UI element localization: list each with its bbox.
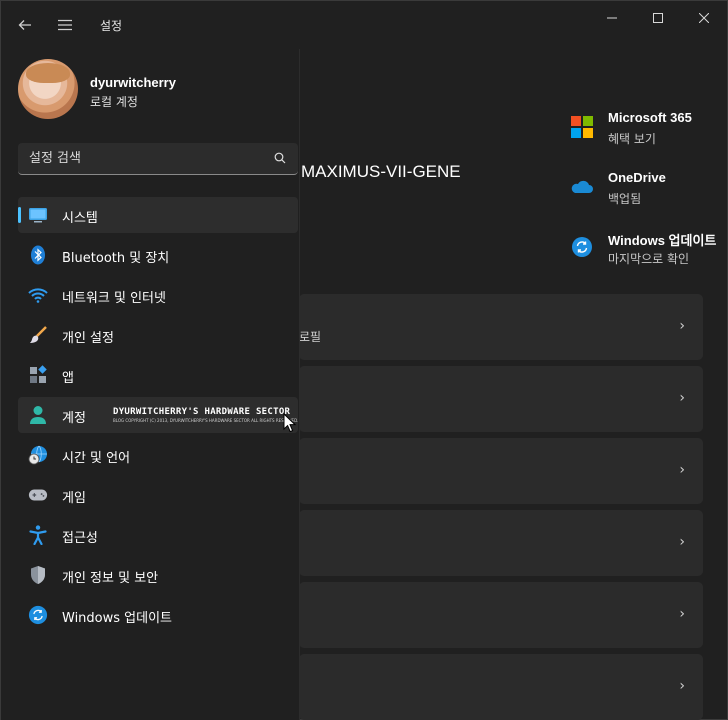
chevron-right-icon: ›: [679, 318, 685, 334]
shield-icon: [28, 565, 48, 585]
chevron-right-icon: ›: [679, 678, 685, 694]
clock-globe-icon: [28, 445, 48, 465]
selection-indicator: [18, 207, 21, 223]
maximize-button[interactable]: [635, 1, 681, 35]
search-box[interactable]: [18, 143, 298, 175]
watermark-title: DYURWITCHERRY'S HARDWARE SECTOR: [113, 407, 291, 417]
device-name: MAXIMUS-VII-GENE: [301, 162, 461, 181]
bluetooth-icon: [28, 245, 48, 265]
settings-card[interactable]: ›: [299, 510, 703, 576]
app-title: 설정: [100, 19, 123, 33]
monitor-icon: [28, 205, 48, 225]
person-icon: [28, 405, 48, 425]
settings-card[interactable]: 로필 ›: [299, 294, 703, 360]
brush-icon: [28, 325, 48, 345]
quick-link-title: Microsoft 365: [608, 110, 692, 125]
nav-item-apps[interactable]: 앱: [18, 357, 298, 393]
settings-card[interactable]: ›: [299, 438, 703, 504]
account-type: 로컬 계정: [90, 95, 138, 109]
onedrive-icon: [571, 180, 593, 193]
nav-item-label: Windows 업데이트: [62, 611, 173, 626]
microsoft-logo-icon: [571, 116, 593, 138]
nav-item-label: 계정: [62, 411, 86, 426]
navigation-pane: dyurwitcherry 로컬 계정 시스템 Blue: [1, 49, 300, 720]
nav-item-label: 개인 설정: [62, 331, 114, 346]
settings-card[interactable]: ›: [299, 582, 703, 648]
chevron-right-icon: ›: [679, 462, 685, 478]
nav-menu-button[interactable]: [49, 9, 81, 41]
hamburger-icon: [58, 19, 72, 31]
update-icon: [28, 605, 48, 625]
settings-card[interactable]: ›: [299, 366, 703, 432]
wifi-icon: [28, 285, 48, 305]
watermark-subtitle: BLOG COPYRIGHT (C) 2013, DYURWITCHERRY'S…: [113, 418, 299, 423]
accessibility-icon: [28, 525, 48, 545]
maximize-icon: [653, 13, 663, 23]
title-bar: 설정: [1, 1, 727, 49]
update-icon: [572, 237, 592, 257]
minimize-icon: [607, 17, 617, 19]
nav-item-windows-update[interactable]: Windows 업데이트: [18, 597, 298, 633]
search-icon[interactable]: [274, 152, 286, 164]
nav-item-time-language[interactable]: 시간 및 언어: [18, 437, 298, 473]
mouse-cursor-icon: [283, 413, 296, 433]
chevron-right-icon: ›: [679, 606, 685, 622]
settings-window: 설정 MAXIMUS-VII-GENE Microsoft 365 혜택 보기 …: [0, 0, 728, 720]
close-button[interactable]: [681, 1, 727, 35]
nav-item-label: 네트워크 및 인터넷: [62, 291, 166, 306]
close-icon: [699, 13, 709, 23]
nav-item-label: 시스템: [62, 211, 98, 226]
minimize-button[interactable]: [589, 1, 635, 35]
watermark: DYURWITCHERRY'S HARDWARE SECTOR BLOG COP…: [113, 407, 299, 423]
search-input[interactable]: [18, 143, 258, 174]
nav-item-label: 앱: [62, 371, 74, 386]
nav-item-label: 게임: [62, 491, 86, 506]
nav-item-bluetooth[interactable]: Bluetooth 및 장치: [18, 237, 298, 273]
nav-item-network[interactable]: 네트워크 및 인터넷: [18, 277, 298, 313]
nav-item-label: 개인 정보 및 보안: [62, 571, 159, 586]
nav-item-gaming[interactable]: 게임: [18, 477, 298, 513]
avatar: [18, 59, 78, 119]
nav-item-privacy-security[interactable]: 개인 정보 및 보안: [18, 557, 298, 593]
quick-link-subtitle: 혜택 보기: [608, 132, 656, 146]
card-label-fragment: 로필: [299, 330, 322, 344]
chevron-right-icon: ›: [679, 390, 685, 406]
nav-item-label: 접근성: [62, 531, 98, 546]
gamepad-icon: [28, 485, 48, 505]
quick-link-title: Windows 업데이트: [608, 233, 717, 248]
nav-item-accessibility[interactable]: 접근성: [18, 517, 298, 553]
chevron-right-icon: ›: [679, 534, 685, 550]
apps-icon: [28, 365, 48, 385]
nav-item-label: Bluetooth 및 장치: [62, 251, 170, 266]
quick-link-subtitle: 백업됨: [608, 192, 642, 206]
user-name: dyurwitcherry: [90, 75, 176, 90]
settings-card[interactable]: ›: [299, 654, 703, 720]
quick-link-title: OneDrive: [608, 170, 666, 185]
nav-item-personalization[interactable]: 개인 설정: [18, 317, 298, 353]
quick-link-subtitle: 마지막으로 확인: [608, 252, 690, 266]
back-arrow-icon: [18, 20, 31, 30]
nav-item-system[interactable]: 시스템: [18, 197, 298, 233]
nav-item-label: 시간 및 언어: [62, 451, 131, 466]
back-button[interactable]: [9, 9, 41, 41]
